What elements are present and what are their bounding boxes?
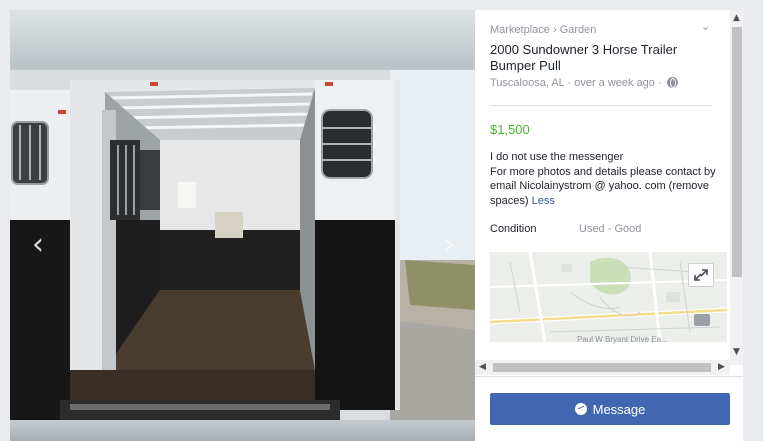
listing-title: 2000 Sundowner 3 Horse Trailer Bumper Pu… [490,42,678,73]
vertical-scrollbar[interactable]: ▲ ▼ [730,10,743,365]
expand-map-icon[interactable] [688,263,714,287]
photo-background-blur [10,10,475,70]
meta-separator: · [567,77,572,89]
divider [490,105,712,106]
listing-footer: Message [475,376,743,441]
previous-photo-chevron-left-icon[interactable]: ‹ [24,230,52,260]
listing-description: I do not use the messenger For more phot… [490,150,720,208]
listing-photo-viewer: ‹ › [10,10,475,441]
condition-value: Used - Good [579,223,642,235]
listing-price: $1,500 [490,122,530,137]
less-link[interactable]: Less [532,195,555,207]
breadcrumb-marketplace[interactable]: Marketplace [490,24,550,36]
map-street-label: Paul W Bryant Drive Ea... [577,335,668,344]
globe-icon [666,77,678,88]
scroll-down-arrow-icon[interactable]: ▼ [730,346,743,358]
breadcrumb: Marketplace › Garden [490,24,596,36]
vertical-scrollbar-thumb[interactable] [732,27,742,277]
horizontal-scrollbar-thumb[interactable] [493,363,711,372]
horizontal-scrollbar[interactable]: ◀ ▶ [475,360,730,375]
trailer-photo [10,70,475,420]
options-chevron-down-icon[interactable]: ⌄ [701,20,710,33]
next-photo-chevron-right-icon[interactable]: › [435,230,463,260]
breadcrumb-separator: › [552,24,557,36]
message-button[interactable]: Message [490,393,730,425]
condition-label: Condition [490,223,537,235]
description-text: I do not use the messenger For more phot… [490,151,716,207]
scroll-right-arrow-icon[interactable]: ▶ [718,361,728,374]
marketplace-listing-dialog: ‹ › Marketplace › Garden ⌄ 2000 Sundowne… [10,10,743,441]
listing-details-panel: Marketplace › Garden ⌄ 2000 Sundowner 3 … [475,10,730,365]
message-button-label: Message [592,401,646,417]
scroll-up-arrow-icon[interactable]: ▲ [730,12,743,24]
breadcrumb-garden[interactable]: Garden [560,24,597,36]
scroll-left-arrow-icon[interactable]: ◀ [479,361,489,374]
messenger-icon [574,403,587,415]
listing-posted-time: over a week ago [574,77,655,89]
listing-location[interactable]: Tuscaloosa, AL [490,77,564,89]
meta-separator: · [657,77,662,89]
listing-meta: Tuscaloosa, AL · over a week ago · [490,77,678,89]
photo-background-blur-bottom [10,420,475,441]
